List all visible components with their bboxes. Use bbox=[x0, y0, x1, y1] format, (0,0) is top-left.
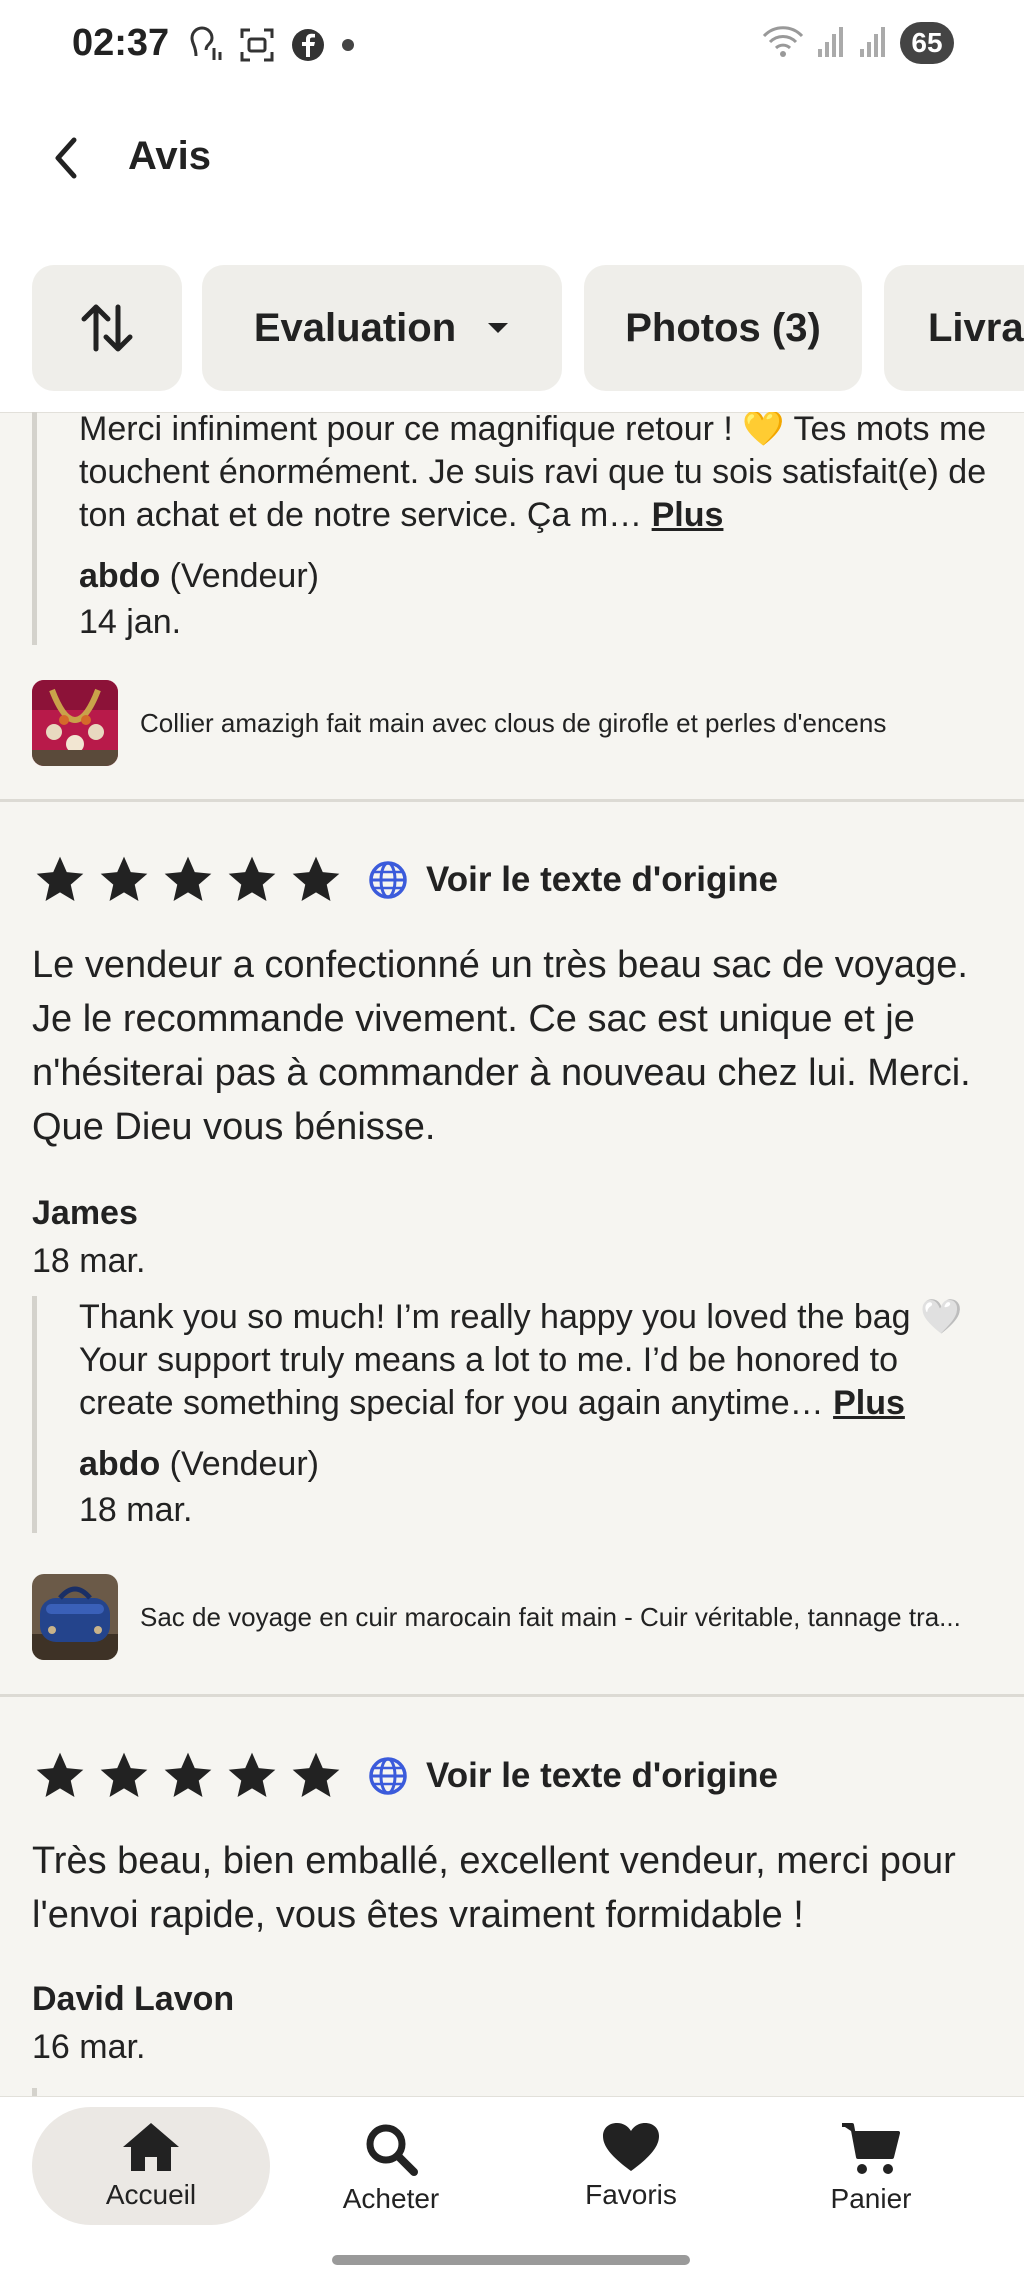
review-text: Le vendeur a confectionné un très beau s… bbox=[32, 944, 971, 1148]
nav-cart-label: Panier bbox=[830, 2183, 912, 2214]
seller-reply-author: abdo (Vendeur) bbox=[79, 553, 999, 599]
product-name: Sac de voyage en cuir marocain fait main… bbox=[140, 1601, 961, 1632]
chevron-left-icon bbox=[55, 137, 77, 179]
filter-livraison-label: Livrai bbox=[928, 305, 1024, 350]
star-icon bbox=[292, 856, 340, 901]
seller-reply-partial bbox=[32, 2088, 999, 2096]
filter-photos-label: Photos (3) bbox=[625, 305, 821, 350]
product-name: Collier amazigh fait main avec clous de … bbox=[140, 707, 887, 738]
filter-livraison-chip[interactable]: Livrai bbox=[884, 265, 1024, 391]
star-icon bbox=[164, 856, 212, 901]
caret-down-icon bbox=[488, 323, 509, 333]
star-icon bbox=[100, 1752, 148, 1797]
seller-reply: Merci infiniment pour ce magnifique reto… bbox=[32, 412, 999, 645]
nav-shop-label: Acheter bbox=[342, 2183, 440, 2214]
seller-reply: Thank you so much! I’m really happy you … bbox=[32, 1296, 999, 1533]
wifi-icon bbox=[762, 24, 804, 63]
battery-indicator: 65 bbox=[900, 22, 954, 64]
seller-reply-date: 18 mar. bbox=[79, 1491, 193, 1529]
nav-favorites-label: Favoris bbox=[585, 2179, 677, 2210]
back-button[interactable] bbox=[38, 130, 94, 186]
star-icon bbox=[36, 1752, 84, 1797]
review-divider bbox=[0, 799, 1024, 802]
globe-icon bbox=[369, 1757, 407, 1795]
star-icon bbox=[100, 856, 148, 901]
sort-button[interactable] bbox=[32, 265, 182, 391]
nav-shop[interactable]: Acheter bbox=[272, 2107, 510, 2225]
view-original-link[interactable]: Voir le texte d'origine bbox=[426, 1756, 778, 1796]
nav-home-label: Accueil bbox=[105, 2179, 197, 2210]
dot-icon bbox=[340, 37, 356, 58]
screenshot-icon bbox=[238, 26, 276, 69]
home-icon bbox=[123, 2123, 179, 2171]
product-link[interactable]: Sac de voyage en cuir marocain fait main… bbox=[32, 1574, 992, 1660]
more-link[interactable]: Plus bbox=[833, 1384, 905, 1422]
status-icons-left bbox=[186, 26, 356, 69]
page-title: Avis bbox=[128, 134, 212, 178]
heart-icon bbox=[603, 2123, 659, 2171]
filter-photos-chip[interactable]: Photos (3) bbox=[584, 265, 862, 391]
filter-evaluation-label: Evaluation bbox=[253, 305, 457, 350]
bottom-navigation: Accueil Acheter Favoris Panier bbox=[0, 2096, 1024, 2277]
status-time: 02:37 bbox=[72, 22, 170, 64]
seller-reply-text: Thank you so much! I’m really happy you … bbox=[79, 1296, 999, 1425]
seller-reply-body: Merci infiniment pour ce magnifique reto… bbox=[79, 412, 987, 534]
product-link[interactable]: Collier amazigh fait main avec clous de … bbox=[32, 680, 992, 766]
reviews-list: Merci infiniment pour ce magnifique reto… bbox=[0, 412, 1024, 2096]
reviewer-name: James bbox=[32, 1194, 138, 1232]
review-header: Voir le texte d'origine bbox=[32, 852, 778, 908]
cart-icon bbox=[842, 2123, 900, 2174]
facebook-icon bbox=[290, 27, 326, 68]
review-divider bbox=[0, 1694, 1024, 1697]
sort-arrows-icon bbox=[81, 304, 133, 352]
review-text: Très beau, bien emballé, excellent vende… bbox=[32, 1840, 956, 1936]
view-original-link[interactable]: Voir le texte d'origine bbox=[426, 860, 778, 900]
seller-role: (Vendeur) bbox=[169, 1445, 319, 1483]
globe-icon bbox=[369, 861, 407, 899]
product-thumbnail bbox=[32, 680, 118, 766]
seller-reply-author: abdo (Vendeur) bbox=[79, 1441, 999, 1487]
more-link[interactable]: Plus bbox=[652, 496, 724, 534]
star-icon bbox=[36, 856, 84, 901]
home-indicator bbox=[332, 2255, 690, 2265]
seller-reply-body: Thank you so much! I’m really happy you … bbox=[79, 1298, 963, 1422]
search-icon bbox=[366, 2124, 418, 2176]
app-header: Avis bbox=[0, 90, 1024, 240]
seller-name: abdo bbox=[79, 557, 161, 595]
star-icon bbox=[292, 1752, 340, 1797]
status-icons-right: 65 bbox=[762, 22, 954, 64]
product-thumbnail bbox=[32, 1574, 118, 1660]
star-icon bbox=[228, 856, 276, 901]
review-date: 16 mar. bbox=[32, 2028, 146, 2066]
seller-reply-date: 14 jan. bbox=[79, 603, 182, 641]
nav-cart[interactable]: Panier bbox=[752, 2107, 990, 2225]
signal-icon bbox=[816, 25, 846, 62]
hearing-aid-icon bbox=[186, 26, 224, 69]
review-date: 18 mar. bbox=[32, 1242, 146, 1280]
star-icon bbox=[228, 1752, 276, 1797]
nav-favorites[interactable]: Favoris bbox=[512, 2107, 750, 2225]
seller-reply-text: Merci infiniment pour ce magnifique reto… bbox=[79, 412, 999, 537]
nav-home[interactable]: Accueil bbox=[32, 2107, 270, 2225]
filter-bar: Evaluation Photos (3) Livrai bbox=[0, 240, 1024, 413]
signal-icon-2 bbox=[858, 25, 888, 62]
seller-name: abdo bbox=[79, 1445, 161, 1483]
status-bar: 02:37 65 bbox=[0, 0, 1024, 90]
review-header: Voir le texte d'origine bbox=[32, 1748, 778, 1804]
seller-role: (Vendeur) bbox=[169, 557, 319, 595]
star-rating bbox=[32, 852, 344, 908]
star-icon bbox=[164, 1752, 212, 1797]
reviewer-name: David Lavon bbox=[32, 1980, 235, 2018]
star-rating bbox=[32, 1748, 344, 1804]
filter-evaluation-dropdown[interactable]: Evaluation bbox=[202, 265, 562, 391]
